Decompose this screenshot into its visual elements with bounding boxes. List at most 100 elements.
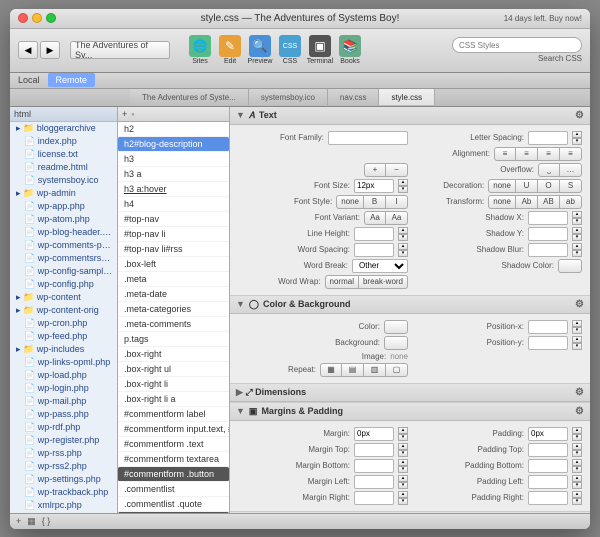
file-item[interactable]: 📄 wp-rss.php	[10, 447, 117, 460]
margin-left-input[interactable]	[354, 475, 394, 489]
gear-icon[interactable]: ⚙	[575, 110, 584, 121]
selector-item[interactable]: h3 a	[118, 167, 229, 182]
folder-item[interactable]: ▸ 📁 wp-includes	[10, 343, 117, 356]
toolbar-preview-button[interactable]: 🔍Preview	[246, 35, 274, 65]
stepper-icon[interactable]: ▴▾	[572, 131, 582, 145]
file-item[interactable]: 📄 wp-config.php	[10, 278, 117, 291]
pos-x-input[interactable]	[528, 320, 568, 334]
file-item[interactable]: 📄 wp-trackback.php	[10, 486, 117, 499]
shadow-blur-input[interactable]	[528, 243, 568, 257]
file-item[interactable]: 📄 wp-commentsrss2.php	[10, 252, 117, 265]
file-tab[interactable]: The Adventures of Syste...	[130, 89, 249, 105]
file-item[interactable]: 📄 wp-config-sample.php	[10, 265, 117, 278]
folder-item[interactable]: ▸ 📁 wp-content-orig	[10, 304, 117, 317]
decoration-segmented[interactable]: noneUOS	[488, 179, 582, 193]
folder-item[interactable]: ▸ 📁 wp-content	[10, 291, 117, 304]
transform-segmented[interactable]: noneAbABab	[488, 195, 582, 209]
alignment-segmented[interactable]: ≡≡≡≡	[494, 147, 582, 161]
font-add-remove[interactable]: +−	[364, 163, 408, 177]
file-item[interactable]: 📄 wp-rss2.php	[10, 460, 117, 473]
file-item[interactable]: 📄 license.txt	[10, 148, 117, 161]
add-icon[interactable]: +	[16, 516, 21, 526]
padding-top-input[interactable]	[528, 443, 568, 457]
selector-item[interactable]: .box-left	[118, 257, 229, 272]
folder-item[interactable]: ▸ 📁 wp-admin	[10, 187, 117, 200]
selector-item[interactable]: .meta-comments	[118, 317, 229, 332]
file-browser-header[interactable]: html	[10, 107, 117, 122]
selector-item[interactable]: .commentlist	[118, 482, 229, 497]
file-item[interactable]: 📄 wp-blog-header.php	[10, 226, 117, 239]
file-item[interactable]: 📄 xmlrpc.php	[10, 499, 117, 512]
stepper-icon[interactable]: ▴▾	[398, 443, 408, 457]
file-item[interactable]: 📄 systemsboy.ico	[10, 174, 117, 187]
gear-icon[interactable]: ⚙	[575, 387, 584, 398]
selector-item[interactable]: #commentform .text	[118, 437, 229, 452]
stepper-icon[interactable]: ▴▾	[572, 443, 582, 457]
shadow-y-input[interactable]	[528, 227, 568, 241]
selector-item[interactable]: h4	[118, 197, 229, 212]
file-tab[interactable]: systemsboy.ico	[249, 89, 328, 105]
stepper-icon[interactable]: ▴▾	[398, 243, 408, 257]
margin-top-input[interactable]	[354, 443, 394, 457]
file-item[interactable]: 📄 index.php	[10, 135, 117, 148]
file-item[interactable]: 📄 wp-atom.php	[10, 213, 117, 226]
minimize-icon[interactable]	[32, 13, 42, 23]
file-item[interactable]: 📄 wp-register.php	[10, 434, 117, 447]
margin-input[interactable]	[354, 427, 394, 441]
padding-input[interactable]	[528, 427, 568, 441]
file-item[interactable]: 📄 wp-comments-post.php	[10, 239, 117, 252]
pos-y-input[interactable]	[528, 336, 568, 350]
padding-right-input[interactable]	[528, 491, 568, 505]
selector-item[interactable]: .meta	[118, 272, 229, 287]
selector-list[interactable]: +◦ h2h2#blog-descriptionh3h3 ah3 a:hover…	[118, 107, 230, 513]
section-color-bg[interactable]: ▼◯Color & Background⚙	[230, 296, 590, 314]
toolbar-terminal-button[interactable]: ▣Terminal	[306, 35, 334, 65]
toolbar-css-button[interactable]: CSSCSS	[276, 35, 304, 65]
font-family-input[interactable]	[328, 131, 408, 145]
stepper-icon[interactable]: ▴▾	[572, 491, 582, 505]
selector-item[interactable]: .commentlist .quote	[118, 497, 229, 512]
word-wrap-segmented[interactable]: normalbreak-word	[325, 275, 408, 289]
repeat-segmented[interactable]: ▦▤▥▢	[320, 363, 408, 377]
selector-item[interactable]: h3	[118, 152, 229, 167]
selector-item[interactable]: #top-nav	[118, 212, 229, 227]
selector-item[interactable]: .box-right ul	[118, 362, 229, 377]
close-icon[interactable]	[18, 13, 28, 23]
stepper-icon[interactable]: ▴▾	[398, 227, 408, 241]
padding-left-input[interactable]	[528, 475, 568, 489]
file-item[interactable]: 📄 wp-feed.php	[10, 330, 117, 343]
word-break-select[interactable]: Other	[352, 259, 408, 273]
shadow-color-well[interactable]	[558, 259, 582, 273]
braces-icon[interactable]: { }	[42, 516, 51, 526]
margin-right-input[interactable]	[354, 491, 394, 505]
file-tab[interactable]: style.css	[379, 89, 435, 105]
stepper-icon[interactable]: ▴▾	[572, 336, 582, 350]
stepper-icon[interactable]: ▴▾	[572, 427, 582, 441]
shadow-x-input[interactable]	[528, 211, 568, 225]
selector-item[interactable]: #commentform input.text, #...	[118, 422, 229, 437]
margin-bottom-input[interactable]	[354, 459, 394, 473]
toolbar-books-button[interactable]: 📚Books	[336, 35, 364, 65]
selector-item[interactable]: .meta-categories	[118, 302, 229, 317]
stepper-icon[interactable]: ▴▾	[572, 320, 582, 334]
selector-item[interactable]: p.tags	[118, 332, 229, 347]
stepper-icon[interactable]: ▴▾	[398, 427, 408, 441]
forward-button[interactable]: ▶	[40, 41, 60, 59]
selector-item[interactable]: .box-right li a	[118, 392, 229, 407]
overflow-segmented[interactable]: ⎵…	[538, 163, 582, 177]
line-height-input[interactable]	[354, 227, 394, 241]
color-well[interactable]	[384, 320, 408, 334]
selector-item[interactable]: .box-right li	[118, 377, 229, 392]
zoom-icon[interactable]	[46, 13, 56, 23]
letter-spacing-input[interactable]	[528, 131, 568, 145]
file-item[interactable]: 📄 wp-pass.php	[10, 408, 117, 421]
selector-item[interactable]: .box-right	[118, 347, 229, 362]
file-item[interactable]: 📄 wp-links-opml.php	[10, 356, 117, 369]
file-item[interactable]: 📄 wp-app.php	[10, 200, 117, 213]
selector-item[interactable]: #commentform .button	[118, 467, 229, 482]
file-browser[interactable]: html ▸ 📁 bloggerarchive📄 index.php📄 lice…	[10, 107, 118, 513]
selector-item[interactable]: h2#blog-description	[118, 137, 229, 152]
padding-bottom-input[interactable]	[528, 459, 568, 473]
toolbar-sites-button[interactable]: 🌐Sites	[186, 35, 214, 65]
selector-item[interactable]: .meta-date	[118, 287, 229, 302]
